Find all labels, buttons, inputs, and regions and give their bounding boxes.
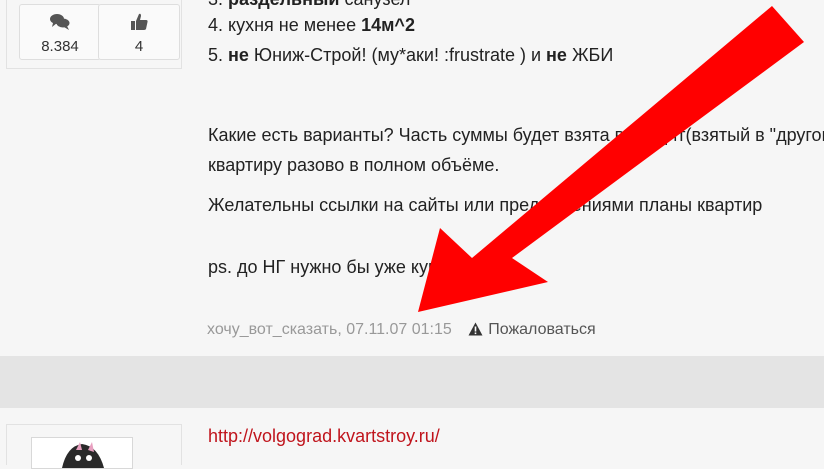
avatar[interactable] [31, 437, 133, 469]
post-footer: хочу_вот_сказать, 07.11.07 01:15 Пожалов… [207, 321, 596, 338]
forum-post-2: http://volgograd.kvartstroy.ru/ [0, 408, 824, 469]
forum-post: 8.384 4 3. раздельный санузел 4. кухня н… [0, 0, 824, 356]
warning-icon [468, 322, 483, 336]
list-item-4: 4. кухня не менее 14м^2 [208, 15, 415, 35]
post-divider [0, 356, 824, 408]
list-item-5: 5. не Юниж-Строй! (му*аки! :frustrate ) … [208, 45, 614, 65]
report-button[interactable]: Пожаловаться [468, 321, 596, 338]
author-panel [6, 424, 182, 469]
post-stats-panel: 8.384 4 [6, 0, 182, 69]
comments-icon [50, 14, 70, 30]
paragraph-links-request: Желательны ссылки на сайты или предложен… [208, 195, 763, 215]
views-stat: 8.384 [19, 4, 101, 60]
post-author[interactable]: хочу_вот_сказать [207, 321, 337, 338]
paragraph-line: квартиру разово в полном объёме. [208, 155, 500, 175]
paragraph-line: Какие есть варианты? Часть суммы будет в… [208, 125, 824, 145]
thumbs-up-icon [131, 13, 148, 30]
avatar-image [32, 438, 132, 468]
views-count: 8.384 [41, 38, 79, 55]
report-label: Пожаловаться [488, 321, 596, 338]
likes-stat[interactable]: 4 [98, 4, 180, 60]
paragraph-ps: ps. до НГ нужно бы уже купить [208, 257, 466, 277]
post-link[interactable]: http://volgograd.kvartstroy.ru/ [208, 426, 440, 447]
likes-count: 4 [134, 38, 144, 55]
post-timestamp: 07.11.07 01:15 [346, 321, 452, 338]
